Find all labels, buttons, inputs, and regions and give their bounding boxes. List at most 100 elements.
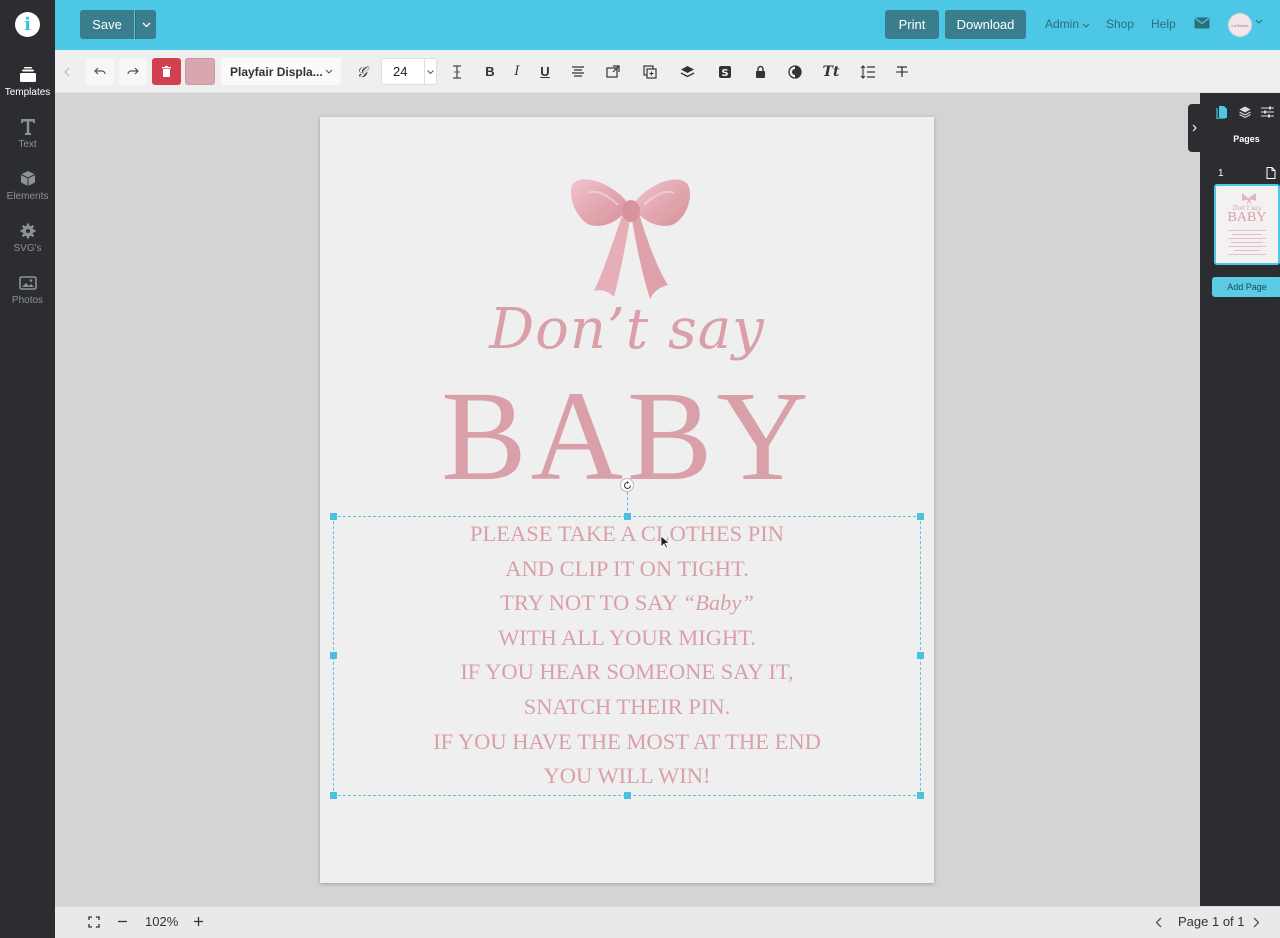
chevron-right-icon (1192, 124, 1197, 132)
fill-color-swatch[interactable] (185, 58, 215, 85)
resize-handle-top-right[interactable] (917, 513, 924, 520)
page-thumbnail[interactable]: Don’t say BABY (1214, 184, 1280, 265)
underline-button[interactable]: U (537, 58, 553, 85)
admin-menu[interactable]: Admin (1045, 17, 1090, 31)
bold-icon: B (485, 64, 495, 79)
resize-handle-left[interactable] (330, 652, 337, 659)
lock-button[interactable] (752, 58, 768, 85)
zoom-out-button[interactable] (117, 912, 128, 932)
tab-pages[interactable] (1212, 103, 1230, 121)
templates-icon (19, 67, 36, 82)
sidebar-item-svgs[interactable]: SVG's (0, 222, 55, 254)
left-sidebar: i Templates Text Elements SVG's Photos (0, 0, 55, 938)
rotate-handle[interactable] (620, 478, 634, 492)
plus-icon (194, 917, 203, 926)
chevron-down-icon (1082, 23, 1090, 28)
svg-replace-button[interactable]: S (716, 58, 734, 85)
lock-icon (755, 65, 765, 78)
avatar[interactable]: La Bonita (1228, 13, 1252, 37)
download-button[interactable]: Download (945, 10, 1026, 39)
bold-button[interactable]: B (482, 58, 498, 85)
photos-icon (18, 276, 37, 290)
sidebar-item-elements[interactable]: Elements (0, 170, 55, 202)
font-family-select[interactable]: Playfair Displa... (221, 58, 341, 85)
align-center-button[interactable] (569, 58, 587, 85)
chevron-right-icon (1253, 917, 1260, 928)
font-size-value: 24 (393, 64, 408, 79)
fullscreen-button[interactable] (88, 916, 100, 931)
italic-icon: I (514, 64, 520, 79)
svg-box-icon: S (719, 65, 731, 79)
font-size-dropdown[interactable] (424, 59, 436, 84)
zoom-in-button[interactable] (193, 912, 204, 930)
minus-icon (118, 920, 127, 923)
admin-label: Admin (1045, 17, 1080, 31)
resize-handle-bottom-right[interactable] (917, 792, 924, 799)
resize-handle-top-left[interactable] (330, 513, 337, 520)
sidebar-label-text: Text (18, 139, 37, 150)
text-transform-button[interactable]: Tt (821, 58, 841, 85)
resize-icon (606, 65, 620, 78)
font-style-icon: 𝒢 (356, 62, 368, 81)
chevron-left-icon (64, 67, 70, 76)
next-page-button[interactable] (1253, 916, 1260, 931)
undo-button[interactable] (86, 58, 114, 85)
panel-title: Pages (1233, 134, 1260, 144)
shop-link[interactable]: Shop (1106, 17, 1134, 31)
help-link[interactable]: Help (1151, 17, 1176, 31)
pages-panel: Pages 1 Don’t say BABY Add Page (1200, 93, 1280, 906)
sidebar-label-photos: Photos (11, 295, 44, 306)
collapse-toolbar-button[interactable] (60, 58, 74, 85)
thumb-text-line (1228, 230, 1266, 231)
sidebar-item-photos[interactable]: Photos (0, 274, 55, 306)
chevron-down-icon[interactable] (1255, 19, 1263, 24)
resize-handle-right[interactable] (917, 652, 924, 659)
redo-button[interactable] (119, 58, 147, 85)
duplicate-button[interactable] (641, 58, 659, 85)
font-size-input[interactable]: 24 (381, 58, 437, 85)
save-button[interactable]: Save (80, 10, 134, 39)
italic-button[interactable]: I (509, 58, 525, 85)
add-page-button[interactable]: Add Page (1212, 277, 1280, 297)
sidebar-item-templates[interactable]: Templates (0, 66, 55, 98)
tab-layers[interactable] (1236, 103, 1254, 121)
zoom-level[interactable]: 102% (145, 914, 178, 929)
selection-box[interactable] (333, 516, 921, 796)
page-options-icon[interactable] (1266, 167, 1276, 179)
delete-button[interactable] (152, 58, 181, 85)
rotate-icon (623, 480, 631, 489)
page-number: 1 (1218, 168, 1224, 179)
collapse-panel-button[interactable] (1188, 104, 1200, 152)
print-button[interactable]: Print (885, 10, 939, 39)
svg-gear-icon (20, 223, 35, 239)
layer-order-button[interactable] (678, 58, 696, 85)
mail-icon[interactable] (1194, 17, 1210, 29)
save-options-button[interactable] (135, 10, 156, 39)
font-family-value: Playfair Displa... (230, 64, 323, 79)
resize-handle-bottom-left[interactable] (330, 792, 337, 799)
prev-page-button[interactable] (1155, 916, 1162, 931)
resize-button[interactable] (604, 58, 622, 85)
line-height-icon (860, 64, 875, 79)
resize-handle-bottom[interactable] (624, 792, 631, 799)
pink-bow-image[interactable] (568, 175, 694, 305)
thumb-text-line (1228, 238, 1266, 239)
line-height-button[interactable] (858, 58, 876, 85)
font-style-button[interactable]: 𝒢 (352, 58, 372, 85)
text-cursor-icon (453, 64, 461, 79)
strikethrough-button[interactable] (893, 58, 911, 85)
letter-spacing-button[interactable] (449, 58, 465, 85)
tab-settings[interactable] (1258, 103, 1276, 121)
thumb-text-line (1231, 242, 1263, 243)
chevron-left-icon (1155, 917, 1162, 928)
resize-handle-top[interactable] (624, 513, 631, 520)
script-title[interactable]: Don’t say (320, 297, 934, 362)
text-icon (20, 119, 35, 135)
align-center-icon (572, 66, 584, 77)
opacity-button[interactable] (786, 58, 804, 85)
trash-icon (162, 66, 171, 77)
app-logo[interactable]: i (15, 12, 40, 37)
sidebar-item-text[interactable]: Text (0, 118, 55, 150)
fullscreen-icon (88, 916, 100, 928)
thumb-text-line (1228, 246, 1266, 247)
